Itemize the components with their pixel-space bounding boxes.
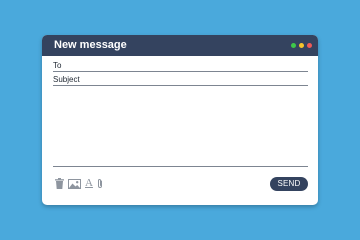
image-icon[interactable]: [68, 178, 81, 189]
window-title: New message: [54, 39, 127, 51]
maximize-button[interactable]: [299, 43, 304, 48]
trash-icon[interactable]: [55, 178, 64, 189]
minimize-button[interactable]: [291, 43, 296, 48]
to-field[interactable]: To: [53, 61, 308, 72]
title-bar[interactable]: New message: [42, 35, 318, 56]
subject-field[interactable]: Subject: [53, 75, 308, 86]
attachment-icon[interactable]: [97, 178, 103, 189]
window-controls: [291, 43, 312, 48]
subject-label: Subject: [53, 75, 80, 84]
to-label: To: [53, 61, 62, 70]
compose-window: New message To Subject A SEND: [42, 35, 318, 205]
message-body-divider: [53, 166, 308, 167]
send-button[interactable]: SEND: [270, 177, 308, 191]
close-button[interactable]: [307, 43, 312, 48]
font-format-icon[interactable]: A: [85, 178, 93, 189]
formatting-toolbar: A: [55, 178, 103, 189]
